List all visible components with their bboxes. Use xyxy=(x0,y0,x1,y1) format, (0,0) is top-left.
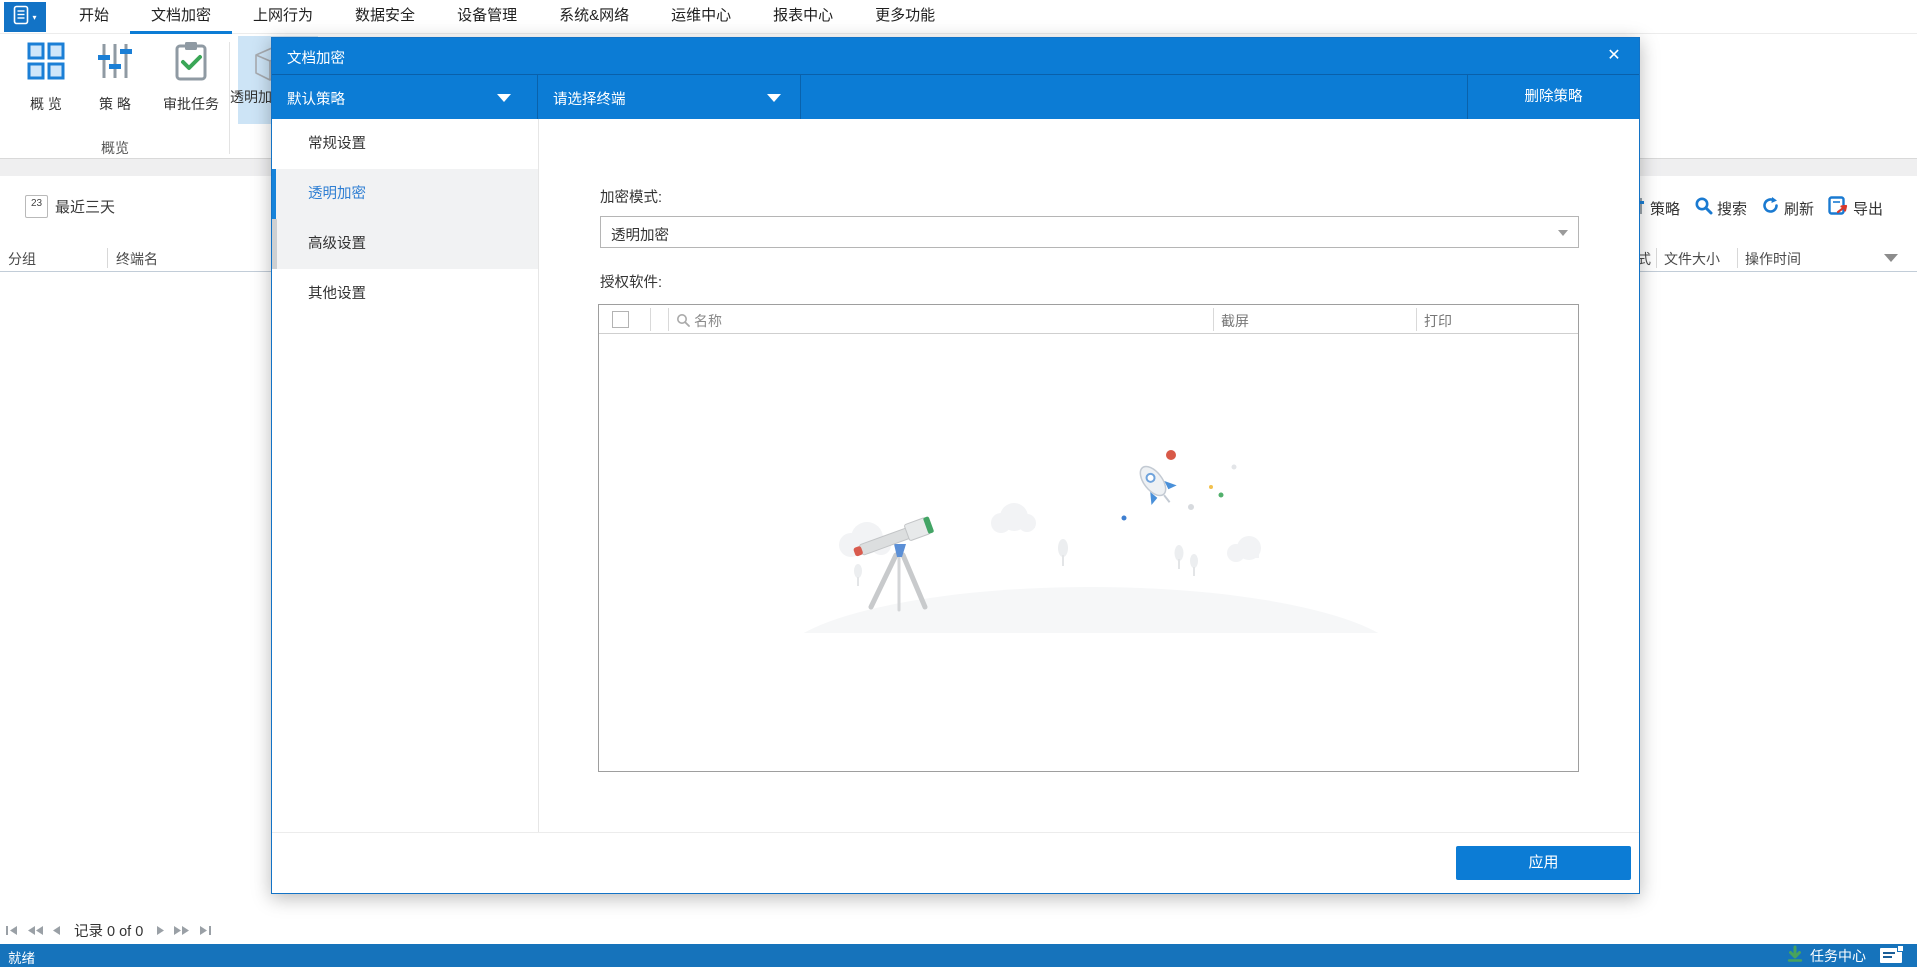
application-window: ▾ 开始 文档加密 上网行为 数据安全 设备管理 系统&网络 运维中心 报表中心… xyxy=(0,0,1917,967)
software-table-header: 名称 截屏 打印 xyxy=(599,305,1578,334)
ribbon-button-overview[interactable]: 概 览 xyxy=(14,40,78,114)
date-range-filter[interactable]: 23 最近三天 xyxy=(25,195,115,218)
date-filter-label: 最近三天 xyxy=(55,199,116,216)
download-arrow-icon xyxy=(1786,945,1804,966)
pagination-bar: 记录 0 of 0 xyxy=(6,919,212,941)
grid-overview-icon xyxy=(25,40,67,87)
policy-selector-dropdown[interactable]: 默认策略 xyxy=(272,75,538,119)
minimized-window-icon[interactable] xyxy=(1880,945,1904,963)
dialog-title: 文档加密 xyxy=(287,51,345,67)
menu-bar: ▾ 开始 文档加密 上网行为 数据安全 设备管理 系统&网络 运维中心 报表中心… xyxy=(0,0,1917,34)
menu-item-ops-center[interactable]: 运维中心 xyxy=(650,0,752,34)
menu-item-start[interactable]: 开始 xyxy=(58,0,130,34)
delete-policy-button[interactable]: 删除策略 xyxy=(1467,75,1639,119)
main-menu: 开始 文档加密 上网行为 数据安全 设备管理 系统&网络 运维中心 报表中心 更… xyxy=(58,0,956,34)
menu-item-data-security[interactable]: 数据安全 xyxy=(334,0,436,34)
column-header-name[interactable]: 名称 xyxy=(694,311,722,331)
nav-scrollbar-thumb[interactable] xyxy=(272,219,277,269)
encryption-mode-value: 透明加密 xyxy=(611,228,669,244)
journal-icon xyxy=(13,5,29,30)
column-header-filesize[interactable]: 文件大小 xyxy=(1664,249,1720,269)
ribbon-button-policy[interactable]: 策 略 xyxy=(86,40,144,114)
dialog-title-bar: 文档加密 ✕ xyxy=(272,38,1639,75)
sliders-policy-icon xyxy=(94,40,136,87)
doc-encryption-dialog: 文档加密 ✕ 默认策略 请选择终端 删除策略 常规设置 透明加密 高级设置 其他… xyxy=(271,37,1640,894)
encryption-mode-select[interactable]: 透明加密 xyxy=(600,216,1579,248)
export-icon xyxy=(1828,195,1849,221)
ribbon-group-label: 概览 xyxy=(101,140,129,156)
refresh-icon xyxy=(1761,196,1780,220)
column-header-optime[interactable]: 操作时间 xyxy=(1745,249,1801,269)
nav-content-divider xyxy=(538,119,539,832)
fast-next-icon[interactable] xyxy=(174,925,190,936)
menu-item-doc-encryption[interactable]: 文档加密 xyxy=(130,0,233,34)
next-page-icon[interactable] xyxy=(156,925,165,936)
nav-item-advanced-settings[interactable]: 高级设置 xyxy=(272,219,538,269)
column-header-terminal[interactable]: 终端名 xyxy=(116,249,158,269)
menu-item-report-center[interactable]: 报表中心 xyxy=(752,0,854,34)
nav-item-transparent-encryption[interactable]: 透明加密 xyxy=(272,169,538,219)
refresh-toolbar-button[interactable]: 刷新 xyxy=(1761,196,1814,220)
chevron-down-icon xyxy=(497,94,511,102)
status-text: 就绪 xyxy=(8,951,35,966)
authorized-software-label: 授权软件: xyxy=(600,275,663,291)
menu-item-web-behavior[interactable]: 上网行为 xyxy=(232,0,334,34)
chevron-down-icon xyxy=(1558,230,1568,236)
nav-item-general-settings[interactable]: 常规设置 xyxy=(272,119,538,169)
ribbon-button-approval-tasks[interactable]: 审批任务 xyxy=(152,40,230,114)
fast-prev-icon[interactable] xyxy=(28,925,43,936)
apply-button[interactable]: 应用 xyxy=(1456,846,1631,880)
menu-item-device-mgmt[interactable]: 设备管理 xyxy=(436,0,538,34)
encryption-mode-label: 加密模式: xyxy=(600,190,663,206)
record-count-label: 记录 0 of 0 xyxy=(74,923,144,940)
dialog-toolbar: 默认策略 请选择终端 删除策略 xyxy=(272,75,1639,119)
list-toolbar: 策略 搜索 刷新 导出 xyxy=(1622,194,1897,222)
empty-state-illustration xyxy=(776,433,1406,743)
search-icon xyxy=(1694,196,1713,220)
last-page-icon[interactable] xyxy=(198,925,212,936)
nav-item-other-settings[interactable]: 其他设置 xyxy=(272,269,538,319)
menu-item-more[interactable]: 更多功能 xyxy=(854,0,956,34)
settings-nav: 常规设置 透明加密 高级设置 其他设置 xyxy=(272,119,538,319)
app-menu-button[interactable]: ▾ xyxy=(4,2,46,32)
footer-divider xyxy=(272,832,1639,833)
terminal-selector-dropdown[interactable]: 请选择终端 xyxy=(538,75,801,119)
chevron-down-icon: ▾ xyxy=(32,12,37,22)
task-center-label: 任务中心 xyxy=(1810,947,1866,964)
task-center-button[interactable]: 任务中心 xyxy=(1786,945,1866,966)
export-toolbar-button[interactable]: 导出 xyxy=(1828,195,1883,221)
search-toolbar-button[interactable]: 搜索 xyxy=(1694,196,1747,220)
clipboard-check-icon xyxy=(170,40,212,87)
column-header-print[interactable]: 打印 xyxy=(1424,311,1452,331)
menu-item-system-network[interactable]: 系统&网络 xyxy=(538,0,650,34)
status-bar: 就绪 任务中心 xyxy=(0,944,1917,967)
prev-page-icon[interactable] xyxy=(52,925,61,936)
column-header-screenshot[interactable]: 截屏 xyxy=(1221,311,1249,331)
column-header-group[interactable]: 分组 xyxy=(8,249,36,269)
column-filter-icon[interactable] xyxy=(1884,254,1898,262)
close-icon[interactable]: ✕ xyxy=(1603,45,1625,67)
first-page-icon[interactable] xyxy=(6,925,19,936)
search-icon xyxy=(676,313,690,332)
calendar-icon: 23 xyxy=(25,195,48,218)
chevron-down-icon xyxy=(767,94,781,102)
select-all-checkbox[interactable] xyxy=(612,311,629,328)
